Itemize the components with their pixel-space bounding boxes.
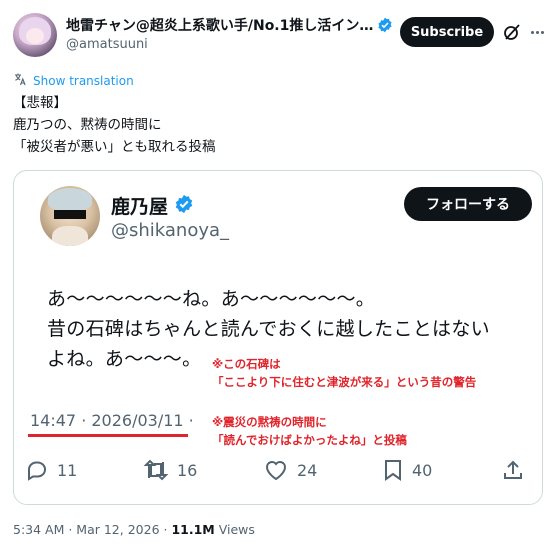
quoted-author-handle[interactable]: @shikanoya_ — [111, 220, 229, 241]
post-meta: 5:34 AM · Mar 12, 2026 · 11.1M Views — [13, 522, 255, 537]
quoted-author-name[interactable]: 鹿乃屋 — [111, 192, 168, 219]
bookmark-count: 40 — [412, 460, 433, 480]
post-line: 「被災者が悪い」とも取れる投稿 — [13, 139, 216, 155]
repost-count: 16 — [177, 460, 198, 480]
quoted-line: あ〜〜〜〜〜〜ね。あ〜〜〜〜〜〜。 — [47, 288, 376, 310]
bookmark-button[interactable]: 40 — [382, 455, 432, 485]
author-name-row[interactable]: 地雷チャン@超炎上系歌い手/No.1推し活イン… — [66, 15, 393, 35]
post-line: 【悲報】 — [13, 95, 67, 111]
reply-count: 11 — [57, 460, 78, 480]
author-avatar[interactable] — [13, 13, 57, 57]
author-display-name[interactable]: 地雷チャン@超炎上系歌い手/No.1推し活イン… — [66, 15, 373, 35]
verified-badge-icon — [174, 194, 194, 218]
annotation-line: ※震災の黙祷の時間に — [212, 415, 327, 429]
quoted-action-bar: 11 16 24 40 — [25, 455, 535, 485]
like-count: 24 — [297, 460, 318, 480]
views-label: Views — [214, 522, 255, 537]
reply-icon — [25, 458, 49, 482]
verified-badge-icon — [377, 17, 393, 33]
bookmark-icon — [382, 458, 404, 482]
annotation-posting-time: ※震災の黙祷の時間に 「読んでおけばよかったよね」と投稿 — [212, 413, 407, 449]
annotation-line: ※この石碑は — [212, 357, 281, 371]
share-icon — [501, 458, 525, 482]
subscribe-button[interactable]: Subscribe — [400, 17, 494, 47]
repost-button[interactable]: 16 — [143, 455, 197, 485]
annotation-line: 「読んでおけばよかったよね」と投稿 — [212, 433, 407, 447]
author-handle[interactable]: @amatsuuni — [66, 37, 148, 52]
follow-button[interactable]: フォローする — [404, 187, 532, 221]
annotation-line: 「ここより下に住むと津波が来る」という昔の警告 — [212, 375, 477, 389]
share-button[interactable] — [501, 455, 525, 485]
like-button[interactable]: 24 — [263, 455, 317, 485]
timestamp-red-underline — [28, 434, 188, 437]
post-text: 【悲報】 鹿乃つの、黙祷の時間に 「被災者が悪い」とも取れる投稿 — [13, 92, 216, 158]
post-time[interactable]: 5:34 AM · Mar 12, 2026 · — [13, 522, 171, 537]
show-translation-link[interactable]: Show translation — [13, 71, 134, 90]
reply-button[interactable]: 11 — [25, 455, 77, 485]
views-count: 11.1M — [171, 522, 215, 537]
quoted-author-name-row[interactable]: 鹿乃屋 — [111, 192, 194, 219]
quoted-timestamp[interactable]: 14:47 · 2026/03/11 · — [30, 411, 194, 430]
quoted-line: 昔の石碑はちゃんと読んでおくに越したことはない — [47, 318, 490, 340]
post-line: 鹿乃つの、黙祷の時間に — [13, 117, 162, 133]
annotation-stone-warning: ※この石碑は 「ここより下に住むと津波が来る」という昔の警告 — [212, 355, 476, 391]
show-translation-label[interactable]: Show translation — [33, 74, 134, 88]
repost-icon — [143, 458, 169, 482]
grok-icon[interactable] — [502, 22, 522, 42]
more-options-icon[interactable] — [527, 22, 547, 42]
quoted-author-avatar[interactable] — [40, 186, 100, 246]
translate-icon — [13, 71, 27, 90]
heart-icon — [263, 458, 289, 482]
